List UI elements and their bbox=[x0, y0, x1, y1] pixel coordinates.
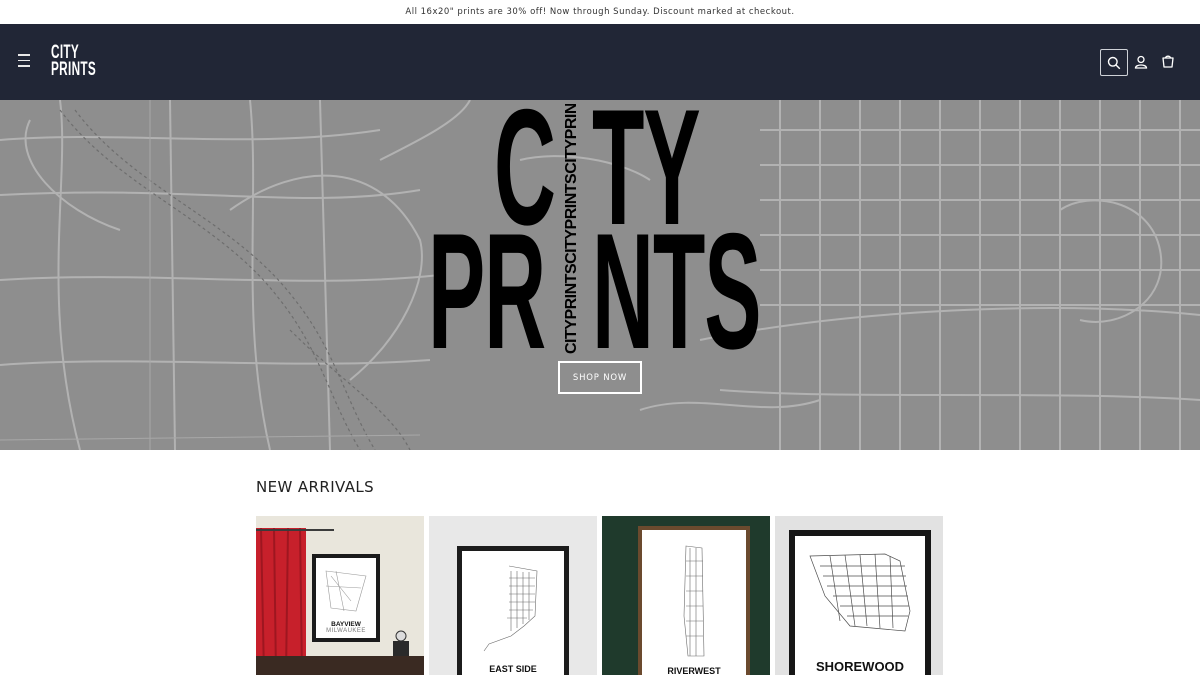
search-icon[interactable] bbox=[1100, 49, 1128, 76]
account-icon[interactable] bbox=[1129, 50, 1153, 74]
hero-title: C TY PR NTS CITYPRINTSCITYPRINTSCITYPRIN… bbox=[428, 100, 778, 383]
product-card-east-side[interactable]: EAST SIDE bbox=[429, 516, 597, 675]
hero-vertical-text: CITYPRINTSCITYPRINTSCITYPRINTS bbox=[564, 104, 580, 354]
hero-title-line2: PRINTS bbox=[428, 100, 429, 101]
product-image-shorewood bbox=[775, 516, 943, 675]
hero-title-pr: PR bbox=[428, 199, 546, 383]
site-header: CITY PRINTS bbox=[0, 24, 1200, 100]
menu-icon[interactable] bbox=[18, 54, 34, 68]
hero-banner: C TY PR NTS CITYPRINTSCITYPRINTSCITYPRIN… bbox=[0, 100, 1200, 450]
logo-bottom: PRINTS bbox=[51, 59, 97, 80]
product-label: SHOREWOOD bbox=[815, 659, 905, 674]
product-card-bayview[interactable]: BAYVIEW MILWAUKEE bbox=[256, 516, 424, 675]
product-label: BAYVIEW bbox=[331, 621, 361, 628]
product-image-bayview bbox=[256, 516, 424, 675]
product-sublabel: MILWAUKEE bbox=[326, 628, 366, 634]
shop-now-button[interactable]: SHOP NOW bbox=[558, 361, 642, 394]
product-label: EAST SIDE bbox=[489, 664, 537, 674]
announcement-text: All 16x20" prints are 30% off! Now throu… bbox=[405, 7, 795, 17]
announcement-bar: All 16x20" prints are 30% off! Now throu… bbox=[0, 0, 1200, 24]
hero-title-nts: NTS bbox=[592, 199, 762, 383]
product-image-riverwest bbox=[602, 516, 770, 675]
product-card-shorewood[interactable]: SHOREWOOD bbox=[775, 516, 943, 675]
logo[interactable]: CITY PRINTS bbox=[51, 43, 97, 82]
product-image-east-side bbox=[429, 516, 597, 675]
new-arrivals-title: NEW ARRIVALS bbox=[256, 478, 375, 496]
cart-icon[interactable] bbox=[1156, 50, 1180, 74]
product-label: RIVERWEST bbox=[667, 666, 721, 675]
hero-title-line1: CITY bbox=[428, 100, 429, 101]
product-card-riverwest[interactable]: RIVERWEST bbox=[602, 516, 770, 675]
product-grid: BAYVIEW MILWAUKEE EAST SIDE RIVERWEST SH… bbox=[256, 516, 946, 675]
